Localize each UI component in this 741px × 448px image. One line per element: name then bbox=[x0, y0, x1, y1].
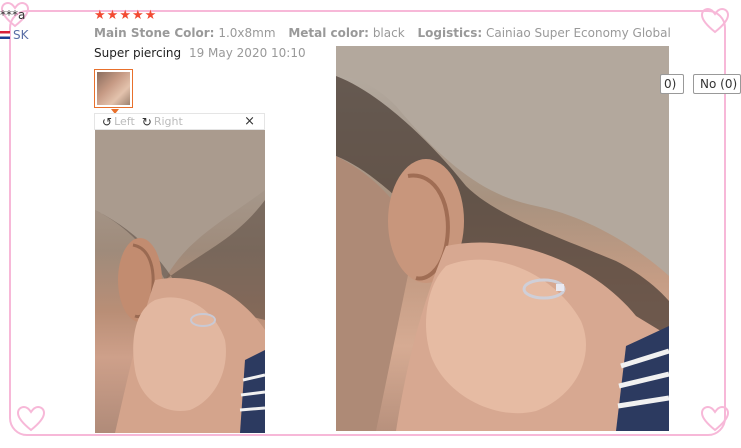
rotate-left-label: Left bbox=[114, 115, 135, 128]
spec-value: Cainiao Super Economy Global bbox=[485, 26, 671, 40]
star-icon: ★ bbox=[106, 8, 119, 23]
rotate-left-button[interactable]: ↺ Left bbox=[102, 115, 135, 129]
review-text: Super piercing bbox=[94, 46, 182, 60]
star-icon: ★ bbox=[94, 8, 106, 23]
rotate-right-icon: ↻ bbox=[141, 114, 152, 129]
review-photo-large bbox=[336, 46, 669, 431]
flag-icon bbox=[0, 31, 10, 39]
helpful-yes-button[interactable]: 0) bbox=[660, 74, 684, 94]
spec-value: 1.0x8mm bbox=[218, 26, 276, 40]
heart-icon bbox=[16, 405, 46, 432]
heart-icon bbox=[700, 405, 730, 432]
helpful-no-button[interactable]: No (0) bbox=[693, 74, 741, 94]
photo-illustration bbox=[95, 130, 265, 433]
country-code: SK bbox=[13, 28, 29, 42]
review-date: 19 May 2020 10:10 bbox=[188, 46, 306, 60]
photo-thumbnail[interactable] bbox=[94, 69, 133, 114]
star-icon: ★ bbox=[131, 8, 144, 23]
spec-key: Main Stone Color: bbox=[94, 26, 215, 40]
reviewer-country: SK bbox=[0, 28, 29, 42]
heart-icon bbox=[700, 7, 730, 34]
rotate-right-label: Right bbox=[153, 115, 183, 128]
spec-key: Logistics: bbox=[417, 26, 483, 40]
star-icon: ★ bbox=[144, 8, 157, 23]
rotate-left-icon: ↺ bbox=[102, 114, 113, 129]
reviewer-name: ***a bbox=[0, 8, 26, 22]
image-viewer-toolbar: ↺ Left ↻ Right × bbox=[94, 113, 265, 130]
close-icon[interactable]: × bbox=[244, 114, 255, 129]
spec-key: Metal color: bbox=[288, 26, 369, 40]
review-line: Super piercing 19 May 2020 10:10 bbox=[94, 46, 306, 60]
product-specs: Main Stone Color: 1.0x8mm Metal color: b… bbox=[94, 26, 680, 40]
thumbnail-image bbox=[97, 72, 130, 105]
star-rating: ★ ★ ★ ★ ★ bbox=[94, 9, 156, 22]
spec-value: black bbox=[372, 26, 405, 40]
review-photo-small bbox=[95, 130, 265, 433]
photo-illustration bbox=[336, 46, 669, 431]
star-icon: ★ bbox=[119, 8, 131, 23]
rotate-right-button[interactable]: ↻ Right bbox=[142, 115, 183, 129]
